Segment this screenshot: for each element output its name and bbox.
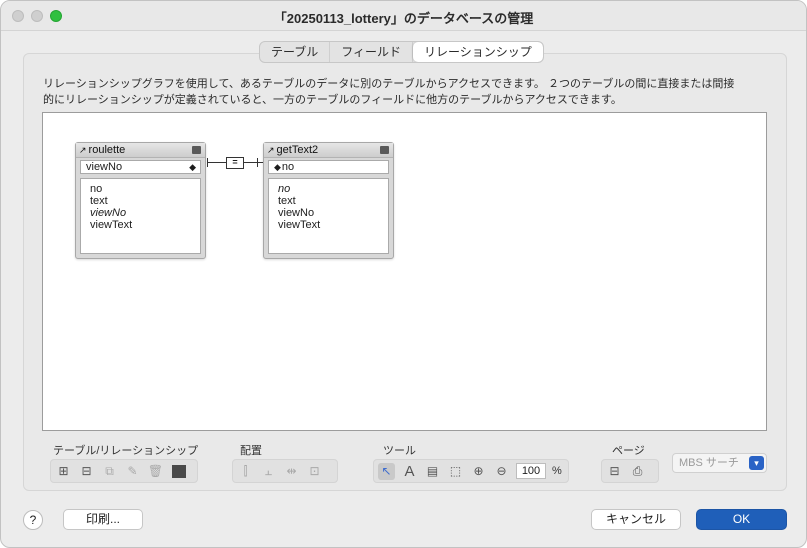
match-field-row[interactable]: ◆no (268, 160, 389, 174)
table-occurrence-getText2[interactable]: ↗ getText2 ◆no no text viewNo viewText (263, 142, 394, 259)
field-list[interactable]: no text viewNo viewText (80, 178, 201, 254)
align-left-icon[interactable]: ⫿ (237, 463, 254, 480)
zoom-out-icon[interactable]: ⊖ (493, 463, 510, 480)
select-tool-icon[interactable]: ⬚ (447, 463, 464, 480)
text-tool-icon[interactable]: A (401, 463, 418, 480)
resize-icon[interactable]: ⊡ (306, 463, 323, 480)
add-relationship-icon[interactable]: ⊟ (78, 463, 95, 480)
title-bar: 「20250113_lottery」のデータベースの管理 (1, 1, 806, 31)
description-text: リレーションシップグラフを使用して、あるテーブルのデータに別のテーブルからアクセ… (43, 76, 743, 108)
key-marker-icon: ◆ (274, 162, 281, 172)
relationship-operator-box[interactable]: = (226, 157, 244, 169)
field-item[interactable]: viewNo (278, 207, 388, 219)
key-marker-icon: ◆ (189, 162, 196, 172)
table-menu-icon[interactable] (192, 146, 201, 154)
table-header[interactable]: ↗ getText2 (264, 143, 393, 158)
match-field-name: viewNo (86, 161, 123, 173)
page-setup-icon[interactable]: ⎙ (629, 463, 646, 480)
table-name: getText2 (276, 144, 319, 156)
description-line-2: 的にリレーションシップが定義されていると、一方のテーブルのフィールドに他方のテー… (43, 94, 622, 106)
group-label-tools: ツール (383, 445, 416, 457)
table-header[interactable]: ↗ roulette (76, 143, 205, 158)
pointer-tool-icon[interactable]: ↖ (378, 462, 395, 480)
collapse-arrow-icon[interactable]: ↗ (267, 145, 275, 155)
chevron-down-icon[interactable]: ▾ (749, 456, 764, 470)
edit-pencil-icon[interactable]: ✎ (124, 463, 141, 480)
tab-tables[interactable]: テーブル (260, 42, 331, 62)
table-menu-icon[interactable] (380, 146, 389, 154)
tab-fields[interactable]: フィールド (330, 42, 414, 62)
window-title: 「20250113_lottery」のデータベースの管理 (273, 11, 534, 26)
description-line-1: リレーションシップグラフを使用して、あるテーブルのデータに別のテーブルからアクセ… (43, 78, 735, 90)
color-swatch-icon[interactable] (170, 463, 187, 480)
field-item[interactable]: text (278, 195, 388, 207)
field-item[interactable]: no (90, 183, 200, 195)
group-label-arrange: 配置 (240, 445, 262, 457)
help-button[interactable]: ? (23, 510, 43, 530)
toolbar-group-table-relationship: ⊞ ⊟ ⧉ ✎ 🗑 (50, 459, 198, 483)
collapse-arrow-icon[interactable]: ↗ (79, 145, 87, 155)
match-field-row[interactable]: viewNo ◆ (80, 160, 201, 174)
page-breaks-icon[interactable]: ⊟ (606, 463, 623, 480)
ok-button[interactable]: OK (696, 509, 787, 530)
toolbar-group-tools: ↖ A ▤ ⬚ ⊕ ⊖ 100 % (373, 459, 569, 483)
field-list[interactable]: no text viewNo viewText (268, 178, 389, 254)
field-item[interactable]: viewText (90, 219, 200, 231)
table-name: roulette (88, 144, 126, 156)
toolbar-group-arrange: ⫿ ⫠ ⇹ ⊡ (232, 459, 338, 483)
table-occurrence-roulette[interactable]: ↗ roulette viewNo ◆ no text viewNo viewTe… (75, 142, 206, 259)
field-item[interactable]: text (90, 195, 200, 207)
tab-relationships[interactable]: リレーションシップ (413, 42, 543, 62)
mbs-search-popup[interactable]: MBS サーチ ▾ (672, 453, 767, 473)
align-top-icon[interactable]: ⫠ (260, 463, 277, 480)
relationship-graph-canvas[interactable]: ↗ roulette viewNo ◆ no text viewNo viewTe… (42, 112, 767, 431)
zoom-in-icon[interactable]: ⊕ (470, 463, 487, 480)
distribute-horizontal-icon[interactable]: ⇹ (283, 463, 300, 480)
relationship-crowfoot-icon (257, 158, 258, 167)
group-label-page: ページ (612, 445, 645, 457)
duplicate-icon[interactable]: ⧉ (101, 463, 118, 480)
mbs-search-label: MBS サーチ (679, 457, 739, 469)
note-tool-icon[interactable]: ▤ (424, 463, 441, 480)
relationship-line-right[interactable] (244, 162, 263, 163)
field-item[interactable]: no (278, 183, 388, 195)
database-manager-window: 「20250113_lottery」のデータベースの管理 テーブル フィールド … (0, 0, 807, 548)
toolbar-group-page: ⊟ ⎙ (601, 459, 659, 483)
zoom-level-field[interactable]: 100 (516, 463, 546, 479)
print-button[interactable]: 印刷... (63, 509, 143, 530)
zoom-unit-label: % (552, 465, 562, 477)
field-item[interactable]: viewNo (90, 207, 200, 219)
group-label-table-relationship: テーブル/リレーションシップ (53, 445, 199, 457)
delete-trash-icon[interactable]: 🗑 (147, 463, 164, 480)
match-field-name: no (281, 161, 295, 173)
field-item[interactable]: viewText (278, 219, 388, 231)
add-table-icon[interactable]: ⊞ (55, 463, 72, 480)
cancel-button[interactable]: キャンセル (591, 509, 681, 530)
tab-bar: テーブル フィールド リレーションシップ (259, 41, 544, 63)
